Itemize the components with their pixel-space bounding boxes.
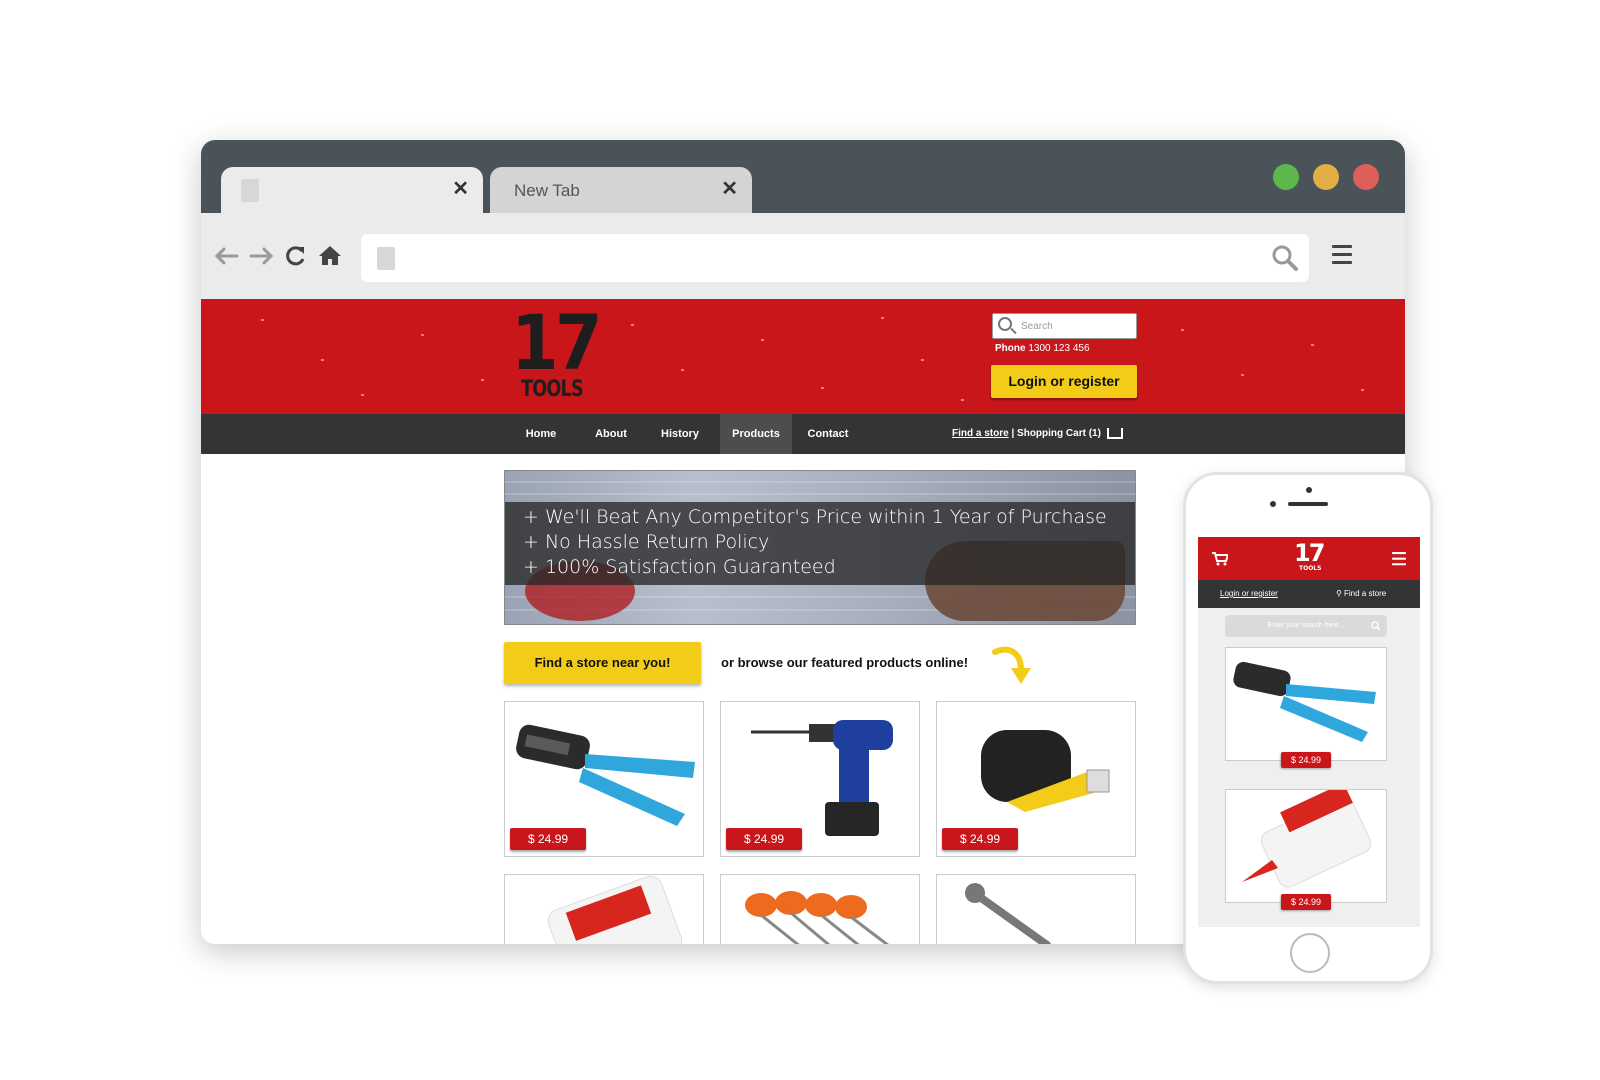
shopping-cart-link[interactable]: | Shopping Cart (1) <box>1009 428 1100 439</box>
back-arrow-icon[interactable] <box>213 246 239 266</box>
mobile-search-input[interactable]: Enter your search here... <box>1225 615 1387 637</box>
document-icon <box>241 179 259 202</box>
site-nav: Home About History Products Contact Find… <box>201 414 1405 454</box>
nav-about[interactable]: About <box>581 414 641 454</box>
reload-icon[interactable] <box>285 245 307 267</box>
mobile-screen: 17 TOOLS Login or register ⚲ Find a stor… <box>1198 537 1420 927</box>
window-minimize-button[interactable] <box>1313 164 1339 190</box>
curved-arrow-icon <box>992 646 1031 684</box>
browser-tab-active[interactable]: ✕ <box>221 167 483 213</box>
phone-label: Phone <box>995 343 1026 354</box>
search-icon[interactable] <box>1271 244 1299 272</box>
glue-bottle-image <box>1242 782 1372 888</box>
price-tag: $ 24.99 <box>510 828 587 850</box>
search-icon <box>1371 621 1381 631</box>
login-register-button[interactable]: Login or register <box>991 365 1137 398</box>
nav-history[interactable]: History <box>650 414 710 454</box>
mobile-product-card-glue-bottle[interactable]: $ 24.99 <box>1225 782 1387 910</box>
browser-titlebar: ✕ New Tab ✕ <box>201 140 1405 213</box>
document-icon <box>377 247 395 270</box>
crimping-tool-image <box>1233 661 1376 742</box>
logo-number: 17 <box>511 299 603 387</box>
promo-banner: + We'll Beat Any Competitor's Price with… <box>504 470 1136 625</box>
browser-tab-new-tab[interactable]: New Tab ✕ <box>490 167 752 213</box>
product-card-crimping-tool[interactable]: $ 24.99 <box>504 701 704 857</box>
logo-number: 17 <box>1294 539 1325 567</box>
logo-word: TOOLS <box>1299 565 1322 572</box>
nav-products[interactable]: Products <box>720 414 792 454</box>
nav-home[interactable]: Home <box>511 414 571 454</box>
logo-word: TOOLS <box>521 377 584 402</box>
shopping-cart-icon[interactable] <box>1212 552 1228 566</box>
mobile-login-link[interactable]: Login or register <box>1220 589 1278 598</box>
price-tag: $ 24.99 <box>1280 894 1332 910</box>
banner-overlay: + We'll Beat Any Competitor's Price with… <box>505 502 1135 585</box>
mobile-product-card-crimping-tool[interactable]: $ 24.99 <box>1225 647 1387 768</box>
phone-camera <box>1306 487 1312 493</box>
product-card-wrench[interactable] <box>936 874 1136 944</box>
find-a-store-link[interactable]: Find a store <box>952 428 1009 439</box>
forward-arrow-icon[interactable] <box>249 246 275 266</box>
window-maximize-button[interactable] <box>1273 164 1299 190</box>
mobile-phone-frame: 17 TOOLS Login or register ⚲ Find a stor… <box>1183 472 1433 984</box>
site-search-input[interactable]: Search <box>992 313 1137 339</box>
glue-bottle-image <box>547 875 683 944</box>
mobile-search-placeholder: Enter your search here... <box>1267 622 1345 629</box>
browser-toolbar <box>201 213 1405 299</box>
mobile-header: 17 TOOLS <box>1198 537 1420 580</box>
address-bar[interactable] <box>361 234 1309 282</box>
search-icon <box>998 317 1012 331</box>
product-card-cordless-drill[interactable]: $ 24.99 <box>720 701 920 857</box>
close-tab-icon[interactable]: ✕ <box>452 177 469 201</box>
mobile-logo[interactable]: 17 TOOLS <box>1294 539 1325 575</box>
shopping-cart-icon[interactable] <box>1106 427 1123 439</box>
browse-featured-text: or browse our featured products online! <box>721 655 969 670</box>
map-pin-icon: ⚲ <box>1336 589 1342 598</box>
phone-home-button[interactable] <box>1290 933 1330 973</box>
phone-number: 1300 123 456 <box>1028 343 1090 354</box>
find-store-near-you-button[interactable]: Find a store near you! <box>504 642 701 684</box>
tab-title: New Tab <box>514 181 580 200</box>
banner-line: + No Hassle Return Policy <box>523 531 770 553</box>
site-search-placeholder: Search <box>1021 321 1053 332</box>
nav-store-cart: Find a store | Shopping Cart (1) <box>952 414 1123 454</box>
phone-speaker <box>1288 502 1328 506</box>
hamburger-menu-icon[interactable] <box>1332 245 1352 269</box>
close-tab-icon[interactable]: ✕ <box>721 177 738 201</box>
mobile-nav: Login or register ⚲ Find a store <box>1198 580 1420 608</box>
product-card-tape-measure[interactable]: $ 24.99 <box>936 701 1136 857</box>
price-tag: $ 24.99 <box>726 828 803 850</box>
price-tag: $ 24.99 <box>942 828 1019 850</box>
wrench-image <box>965 883 1051 944</box>
site-header: 17 TOOLS Search Phone 1300 123 456 Login… <box>201 299 1405 414</box>
product-card-screwdriver-set[interactable] <box>720 874 920 944</box>
banner-line: + 100% Satisfaction Guaranteed <box>523 556 836 578</box>
screwdriver-set-image <box>745 891 890 944</box>
price-tag: $ 24.99 <box>1280 752 1332 768</box>
phone-info: Phone 1300 123 456 <box>995 343 1090 354</box>
hamburger-menu-icon[interactable] <box>1392 552 1406 569</box>
window-close-button[interactable] <box>1353 164 1379 190</box>
mobile-find-store-link[interactable]: Find a store <box>1344 589 1386 598</box>
product-card-glue-bottle[interactable] <box>504 874 704 944</box>
home-icon[interactable] <box>318 244 342 266</box>
nav-contact[interactable]: Contact <box>798 414 858 454</box>
banner-line: + We'll Beat Any Competitor's Price with… <box>523 506 1107 528</box>
site-logo[interactable]: 17 TOOLS <box>511 303 603 405</box>
phone-sensor <box>1270 501 1276 507</box>
